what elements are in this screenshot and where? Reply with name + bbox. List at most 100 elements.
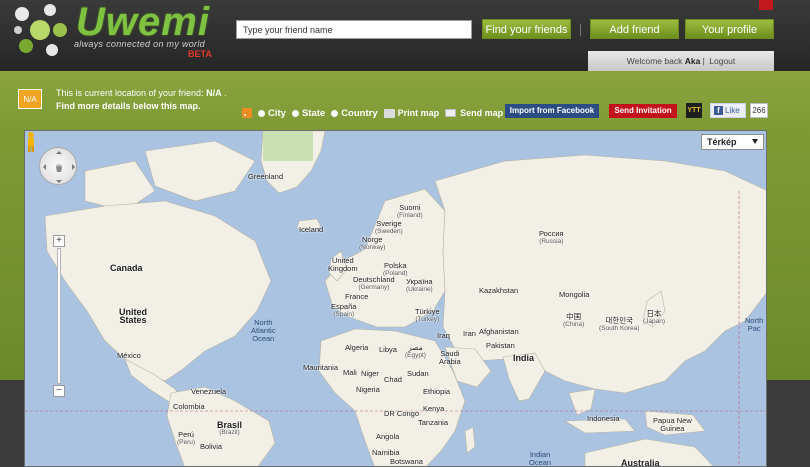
map-label-colombia: Colombia — [173, 402, 205, 411]
map-label-saudi-2: Arabia — [439, 357, 461, 366]
map-label-niger: Niger — [361, 369, 379, 378]
map-label-ukraina-name: Україна — [406, 277, 433, 286]
map-label-indian-ocean: Indian Ocean — [529, 451, 551, 467]
option-country[interactable]: Country — [331, 107, 378, 119]
map-label-kazakhstan: Kazakhstan — [479, 286, 519, 295]
map-label-egypt: مصر (Egypt) — [405, 344, 426, 360]
option-city[interactable]: City — [258, 108, 286, 119]
map-label-mongolia: Mongolia — [559, 290, 590, 299]
map-label-ethiopia: Ethiopia — [423, 387, 451, 396]
map-label-russia-name: Россия — [539, 229, 564, 238]
location-badge: N/A — [18, 89, 42, 109]
map-type-select[interactable]: Térkép — [701, 134, 764, 150]
map-label-deutschland-name: Deutschland — [353, 275, 395, 284]
find-friends-button[interactable]: Find your friends — [482, 19, 571, 39]
send-map-label: Send map — [460, 108, 504, 118]
logo[interactable]: Uwemi always connected on my world BETA — [12, 0, 212, 62]
send-invitation-button[interactable]: Send Invitation — [609, 104, 677, 118]
map-label-usa: United States — [119, 308, 147, 325]
map-label-mauritania: Mauritania — [303, 363, 339, 372]
facebook-icon: f — [714, 106, 723, 115]
map-label-norge: Norge (Norway) — [359, 236, 385, 252]
pan-control[interactable] — [39, 147, 77, 185]
map-label-chad: Chad — [384, 375, 402, 384]
like-label: Like — [725, 106, 740, 115]
welcome-text: Welcome back — [626, 56, 683, 66]
zoom-out-button[interactable]: − — [53, 385, 65, 397]
map-label-mali: Mali — [343, 368, 357, 377]
map-label-russia-sub: (Russia) — [539, 238, 564, 245]
map-label-usa-2: States — [119, 315, 147, 325]
map-label-china: 中国 (China) — [563, 313, 584, 329]
location-prefix: This is current location of your friend: — [56, 88, 204, 98]
separator: | — [702, 56, 705, 66]
map-label-indian-ocean-2: Ocean — [529, 458, 552, 467]
map-label-greenland: Greenland — [248, 172, 284, 181]
logo-tagline: always connected on my world — [74, 39, 205, 49]
map-label-drc: DR Congo — [384, 409, 420, 418]
map-label-brasil-name: Brasil — [217, 420, 243, 430]
map-label-egypt-sub: (Egypt) — [405, 352, 426, 359]
location-value: N/A — [206, 88, 222, 98]
map-label-korea-sub: (South Korea) — [599, 325, 640, 332]
map-label-brasil: Brasil (Brazil) — [217, 421, 242, 437]
map-label-sverige: Sverige (Sweden) — [375, 220, 403, 236]
map-label-suomi-name: Suomi — [399, 203, 421, 212]
map-label-uk-2: Kingdom — [328, 264, 358, 273]
beta-badge: BETA — [188, 49, 212, 59]
map-label-angola: Angola — [376, 432, 400, 441]
map-label-mexico: México — [117, 351, 141, 360]
map-label-namibia: Namibia — [372, 448, 400, 457]
ytt-icon[interactable]: YTT — [686, 103, 702, 118]
logout-link[interactable]: Logout — [709, 56, 735, 66]
map-label-tanzania: Tanzania — [418, 418, 449, 427]
location-suffix: . — [224, 88, 227, 98]
map-label-venezuela: Venezuela — [191, 387, 227, 396]
map-label-peru: Perú (Peru) — [177, 431, 195, 447]
map-label-turkiye-name: Türkiye — [415, 307, 440, 316]
map-label-kenya: Kenya — [423, 404, 445, 413]
map-label-iran: Iran — [463, 329, 476, 338]
option-city-label: City — [268, 107, 286, 119]
map-label-china-sub: (China) — [563, 321, 585, 328]
divider — [580, 24, 581, 36]
facebook-like-button[interactable]: f Like — [710, 103, 746, 118]
map-label-espana-sub: (Spain) — [333, 311, 355, 318]
map-label-libya: Libya — [379, 345, 397, 354]
option-state[interactable]: State — [291, 107, 326, 119]
map-label-egypt-name: مصر — [408, 343, 423, 352]
map-label-indonesia: Indonesia — [587, 414, 620, 423]
mail-icon — [445, 109, 457, 117]
map-label-japan: 日本 (Japan) — [643, 310, 665, 326]
map-label-japan-name: 日本 — [646, 309, 662, 318]
map-label-brasil-sub: (Brazil) — [219, 429, 240, 436]
import-facebook-button[interactable]: Import from Facebook — [505, 104, 599, 118]
like-count: 266 — [750, 103, 768, 118]
map-label-japan-sub: (Japan) — [643, 318, 666, 325]
zoom-slider[interactable] — [57, 248, 61, 384]
print-map-link[interactable]: Print map — [383, 108, 439, 118]
map-label-north-pacific: North Pac — [745, 317, 763, 333]
your-profile-button[interactable]: Your profile — [685, 19, 774, 39]
map-label-espana: España (Spain) — [331, 303, 356, 319]
map-label-png-2: Guinea — [660, 424, 685, 433]
option-state-label: State — [301, 107, 326, 119]
world-map[interactable]: Greenland Iceland Canada United States Mé… — [24, 130, 767, 467]
map-label-deutschland-sub: (Germany) — [358, 284, 390, 291]
chevron-down-icon — [752, 139, 758, 144]
map-label-nigeria: Nigeria — [356, 385, 380, 394]
rss-icon[interactable] — [242, 108, 252, 118]
logo-mark-icon — [14, 4, 67, 56]
friend-search-input[interactable] — [236, 20, 472, 39]
map-label-espana-name: España — [331, 302, 357, 311]
option-country-label: Country — [341, 107, 378, 119]
map-label-pakistan: Pakistan — [486, 341, 515, 350]
send-map-link[interactable]: Send map — [445, 108, 503, 118]
add-friend-button[interactable]: Add friend — [590, 19, 679, 39]
map-label-canada: Canada — [110, 263, 143, 273]
street-view-pegman-icon[interactable] — [25, 131, 37, 153]
map-label-australia: Australia — [621, 458, 660, 467]
zoom-in-button[interactable]: + — [53, 235, 65, 247]
map-label-turkiye-sub: (Turkey) — [415, 316, 440, 323]
map-label-algeria: Algeria — [345, 343, 369, 352]
